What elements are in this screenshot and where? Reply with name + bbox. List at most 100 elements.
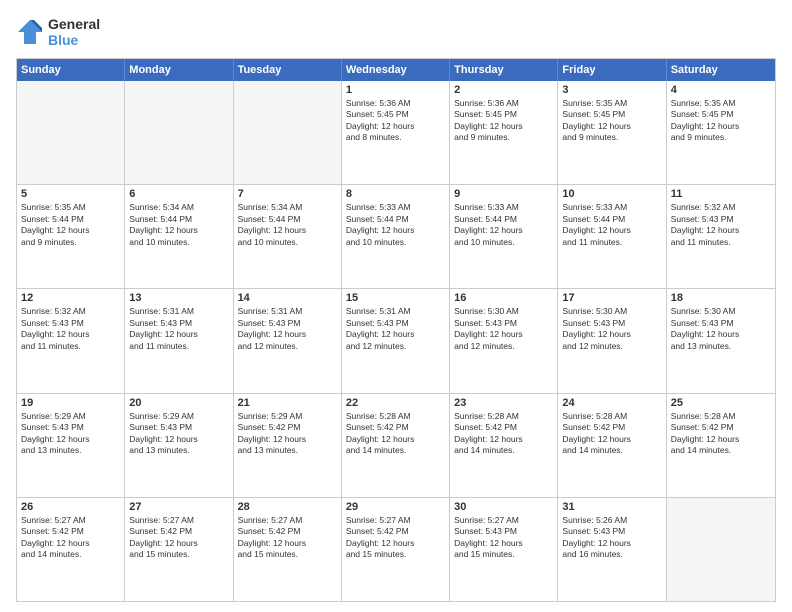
cal-cell	[234, 81, 342, 184]
cal-cell: 22Sunrise: 5:28 AMSunset: 5:42 PMDayligh…	[342, 394, 450, 497]
day-number: 15	[346, 292, 445, 304]
cell-line: Daylight: 12 hours	[238, 434, 337, 445]
calendar-header: SundayMondayTuesdayWednesdayThursdayFrid…	[17, 59, 775, 81]
cell-line: Sunrise: 5:27 AM	[454, 515, 553, 526]
day-number: 27	[129, 501, 228, 513]
cell-line: and 9 minutes.	[454, 132, 553, 143]
page: General Blue SundayMondayTuesdayWednesda…	[0, 0, 792, 612]
cell-line: Sunset: 5:43 PM	[562, 318, 661, 329]
cal-cell	[125, 81, 233, 184]
day-number: 16	[454, 292, 553, 304]
cell-line: Daylight: 12 hours	[21, 225, 120, 236]
cell-line: Sunrise: 5:31 AM	[238, 306, 337, 317]
cell-line: Sunrise: 5:36 AM	[346, 98, 445, 109]
cell-line: Sunset: 5:43 PM	[562, 526, 661, 537]
day-number: 5	[21, 188, 120, 200]
day-number: 10	[562, 188, 661, 200]
cell-line: Daylight: 12 hours	[454, 225, 553, 236]
day-number: 2	[454, 84, 553, 96]
cell-line: Daylight: 12 hours	[129, 225, 228, 236]
cell-line: Daylight: 12 hours	[454, 329, 553, 340]
cal-cell: 8Sunrise: 5:33 AMSunset: 5:44 PMDaylight…	[342, 185, 450, 288]
cal-cell: 19Sunrise: 5:29 AMSunset: 5:43 PMDayligh…	[17, 394, 125, 497]
cell-line: Sunrise: 5:28 AM	[454, 411, 553, 422]
header-monday: Monday	[125, 59, 233, 81]
cal-cell: 20Sunrise: 5:29 AMSunset: 5:43 PMDayligh…	[125, 394, 233, 497]
day-number: 4	[671, 84, 771, 96]
cell-line: Sunset: 5:43 PM	[454, 526, 553, 537]
cell-line: and 9 minutes.	[21, 237, 120, 248]
header-tuesday: Tuesday	[234, 59, 342, 81]
cal-cell: 30 Sunrise: 5:27 AMSunset: 5:43 PMDayligh…	[450, 498, 558, 601]
cell-line: Sunrise: 5:27 AM	[129, 515, 228, 526]
cell-line: Sunset: 5:43 PM	[346, 318, 445, 329]
cell-line: Daylight: 12 hours	[562, 121, 661, 132]
cell-line: Sunset: 5:44 PM	[454, 214, 553, 225]
cell-line: Daylight: 12 hours	[129, 329, 228, 340]
cell-line: Sunset: 5:44 PM	[562, 214, 661, 225]
day-number: 1	[346, 84, 445, 96]
cal-cell: 11Sunrise: 5:32 AMSunset: 5:43 PMDayligh…	[667, 185, 775, 288]
cal-cell: 14Sunrise: 5:31 AMSunset: 5:43 PMDayligh…	[234, 289, 342, 392]
cell-line: Sunset: 5:43 PM	[21, 318, 120, 329]
cell-line: Sunrise: 5:35 AM	[671, 98, 771, 109]
cell-line: and 14 minutes.	[454, 445, 553, 456]
cell-line: Daylight: 12 hours	[238, 225, 337, 236]
day-number: 30	[454, 501, 553, 513]
cell-line: Daylight: 12 hours	[562, 434, 661, 445]
cell-line: Daylight: 12 hours	[671, 225, 771, 236]
cell-line: Sunrise: 5:27 AM	[238, 515, 337, 526]
day-number: 24	[562, 397, 661, 409]
cell-line: and 11 minutes.	[21, 341, 120, 352]
calendar: SundayMondayTuesdayWednesdayThursdayFrid…	[16, 58, 776, 602]
header: General Blue	[16, 16, 776, 48]
cal-cell: 12Sunrise: 5:32 AMSunset: 5:43 PMDayligh…	[17, 289, 125, 392]
cal-cell: 7Sunrise: 5:34 AMSunset: 5:44 PMDaylight…	[234, 185, 342, 288]
cal-cell: 2Sunrise: 5:36 AMSunset: 5:45 PMDaylight…	[450, 81, 558, 184]
cell-line: Daylight: 12 hours	[454, 538, 553, 549]
header-wednesday: Wednesday	[342, 59, 450, 81]
cal-cell: 6Sunrise: 5:34 AMSunset: 5:44 PMDaylight…	[125, 185, 233, 288]
cell-line: and 15 minutes.	[346, 549, 445, 560]
cell-line: Sunset: 5:42 PM	[129, 526, 228, 537]
cal-row-2: 12Sunrise: 5:32 AMSunset: 5:43 PMDayligh…	[17, 289, 775, 393]
day-number: 7	[238, 188, 337, 200]
cal-row-0: 1 Sunrise: 5:36 AM Sunset: 5:45 PMDaylight…	[17, 81, 775, 185]
day-number: 31	[562, 501, 661, 513]
cell-line: Sunset: 5:45 PM	[562, 109, 661, 120]
cell-line: Sunrise: 5:27 AM	[21, 515, 120, 526]
cell-line: Daylight: 12 hours	[21, 538, 120, 549]
logo-text: General Blue	[48, 16, 100, 48]
cell-line: Sunrise: 5:34 AM	[238, 202, 337, 213]
cal-row-3: 19Sunrise: 5:29 AMSunset: 5:43 PMDayligh…	[17, 394, 775, 498]
cell-line: and 11 minutes.	[671, 237, 771, 248]
cell-line: Sunset: 5:43 PM	[129, 422, 228, 433]
cal-cell: 27Sunrise: 5:27 AMSunset: 5:42 PMDayligh…	[125, 498, 233, 601]
cal-cell: 9Sunrise: 5:33 AMSunset: 5:44 PMDaylight…	[450, 185, 558, 288]
day-number: 25	[671, 397, 771, 409]
cell-line: and 10 minutes.	[454, 237, 553, 248]
cell-line: Sunset: 5:44 PM	[346, 214, 445, 225]
cell-line: and 13 minutes.	[21, 445, 120, 456]
cell-line: Sunrise: 5:28 AM	[562, 411, 661, 422]
cell-line: and 10 minutes.	[346, 237, 445, 248]
cell-line: Sunset: 5:42 PM	[346, 526, 445, 537]
cell-line: and 12 minutes.	[562, 341, 661, 352]
day-number: 20	[129, 397, 228, 409]
cal-row-4: 26Sunrise: 5:27 AMSunset: 5:42 PMDayligh…	[17, 498, 775, 601]
calendar-body: 1Sunrise: 5:36 AMSunset: 5:45 PMDaylight…	[17, 81, 775, 601]
cal-cell: 25Sunrise: 5:28 AMSunset: 5:42 PMDayligh…	[667, 394, 775, 497]
day-number: 18	[671, 292, 771, 304]
cell-line: and 13 minutes.	[129, 445, 228, 456]
day-number: 26	[21, 501, 120, 513]
cal-cell: 18Sunrise: 5:30 AMSunset: 5:43 PMDayligh…	[667, 289, 775, 392]
cal-cell: 26Sunrise: 5:27 AMSunset: 5:42 PMDayligh…	[17, 498, 125, 601]
cal-row-1: 5Sunrise: 5:35 AMSunset: 5:44 PMDaylight…	[17, 185, 775, 289]
cell-line: and 9 minutes.	[562, 132, 661, 143]
cell-line: Sunset: 5:43 PM	[454, 318, 553, 329]
cell-line: and 10 minutes.	[238, 237, 337, 248]
day-number: 8	[346, 188, 445, 200]
cell-line: and 9 minutes.	[671, 132, 771, 143]
logo: General Blue	[16, 16, 100, 48]
day-number: 14	[238, 292, 337, 304]
